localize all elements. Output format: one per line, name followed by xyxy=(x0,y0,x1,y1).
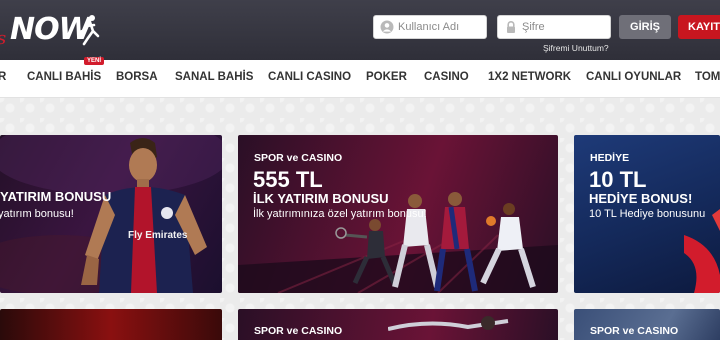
promo-category: HEDİYE xyxy=(590,152,630,164)
promo-category: SPOR ve CASINO xyxy=(254,152,343,164)
logo-prefix: s xyxy=(0,28,6,49)
athlete-image xyxy=(388,316,509,331)
site-logo[interactable]: s NOW xyxy=(0,8,110,52)
nav-item-partial-left[interactable]: R xyxy=(0,71,6,83)
forgot-password-link[interactable]: Şifremi Unuttum? xyxy=(543,43,609,53)
register-button[interactable]: KAYIT xyxy=(678,15,720,39)
password-field[interactable] xyxy=(497,15,611,39)
nav-item-canli-bahis[interactable]: CANLI BAHİS xyxy=(27,71,101,83)
promo-card-555-tl[interactable]: SPOR ve CASINO 555 TL İLK YATIRIM BONUSU… xyxy=(238,135,558,293)
nav-item-canli-oyunlar[interactable]: CANLI OYUNLAR xyxy=(586,71,681,83)
promo-headline: 10 TL xyxy=(589,167,647,192)
promo-headline: 555 TL xyxy=(253,167,323,192)
nav-item-canli-casino[interactable]: CANLI CASINO xyxy=(268,71,351,83)
nav-item-casino[interactable]: CASINO xyxy=(424,71,469,83)
jersey-sponsor-text: Fly Emirates xyxy=(128,230,188,241)
promo-card-row2-right[interactable]: SPOR ve CASINO xyxy=(574,309,720,340)
lock-icon xyxy=(507,21,515,33)
login-button[interactable]: GİRİŞ xyxy=(619,15,671,39)
new-badge: YENİ xyxy=(84,57,105,65)
username-input[interactable] xyxy=(398,21,478,33)
site-header: s NOW Şifremi Unuttum? GİRİŞ KAYIT xyxy=(0,0,720,60)
nav-item-partial-right[interactable]: TOM xyxy=(695,71,720,83)
user-icon xyxy=(380,20,394,34)
nav-item-borsa[interactable]: BORSA xyxy=(116,71,158,83)
promo-subtitle: 10 TL Hediye bonusunu xyxy=(589,208,706,220)
promo-subtitle: İlk yatırımınıza özel yatırım bonusu! xyxy=(253,208,427,220)
main-nav: R CANLI BAHİS BORSA SANAL BAHİS CANLI CA… xyxy=(0,60,720,98)
runner-icon xyxy=(78,15,100,46)
promo-card-hediye[interactable]: HEDİYE 10 TL HEDİYE BONUS! 10 TL Hediye … xyxy=(574,135,720,293)
promo-subtitle: yatırım bonusu! xyxy=(0,208,74,220)
promo-card-row2-middle[interactable]: SPOR ve CASINO xyxy=(238,309,558,340)
promo-category: SPOR ve CASINO xyxy=(254,325,343,337)
promo-title: YATIRIM BONUSU xyxy=(0,189,112,204)
promo-card-yatirim-bonusu[interactable]: Fly Emirates YATIRIM BONUSU yatırım bonu… xyxy=(0,135,222,293)
football-player-image xyxy=(81,138,207,293)
promo-card-row2-left[interactable] xyxy=(0,309,222,340)
promotions-area: Fly Emirates YATIRIM BONUSU yatırım bonu… xyxy=(0,98,720,340)
username-field[interactable] xyxy=(373,15,487,39)
promo-title: HEDİYE BONUS! xyxy=(589,191,693,206)
nav-item-sanal-bahis[interactable]: SANAL BAHİS xyxy=(175,71,253,83)
promo-category: SPOR ve CASINO xyxy=(590,325,679,337)
password-input[interactable] xyxy=(522,21,602,33)
nav-item-1x2-network[interactable]: 1X2 NETWORK xyxy=(488,71,571,83)
promo-title: İLK YATIRIM BONUSU xyxy=(253,191,389,206)
nav-item-poker[interactable]: POKER xyxy=(366,71,407,83)
